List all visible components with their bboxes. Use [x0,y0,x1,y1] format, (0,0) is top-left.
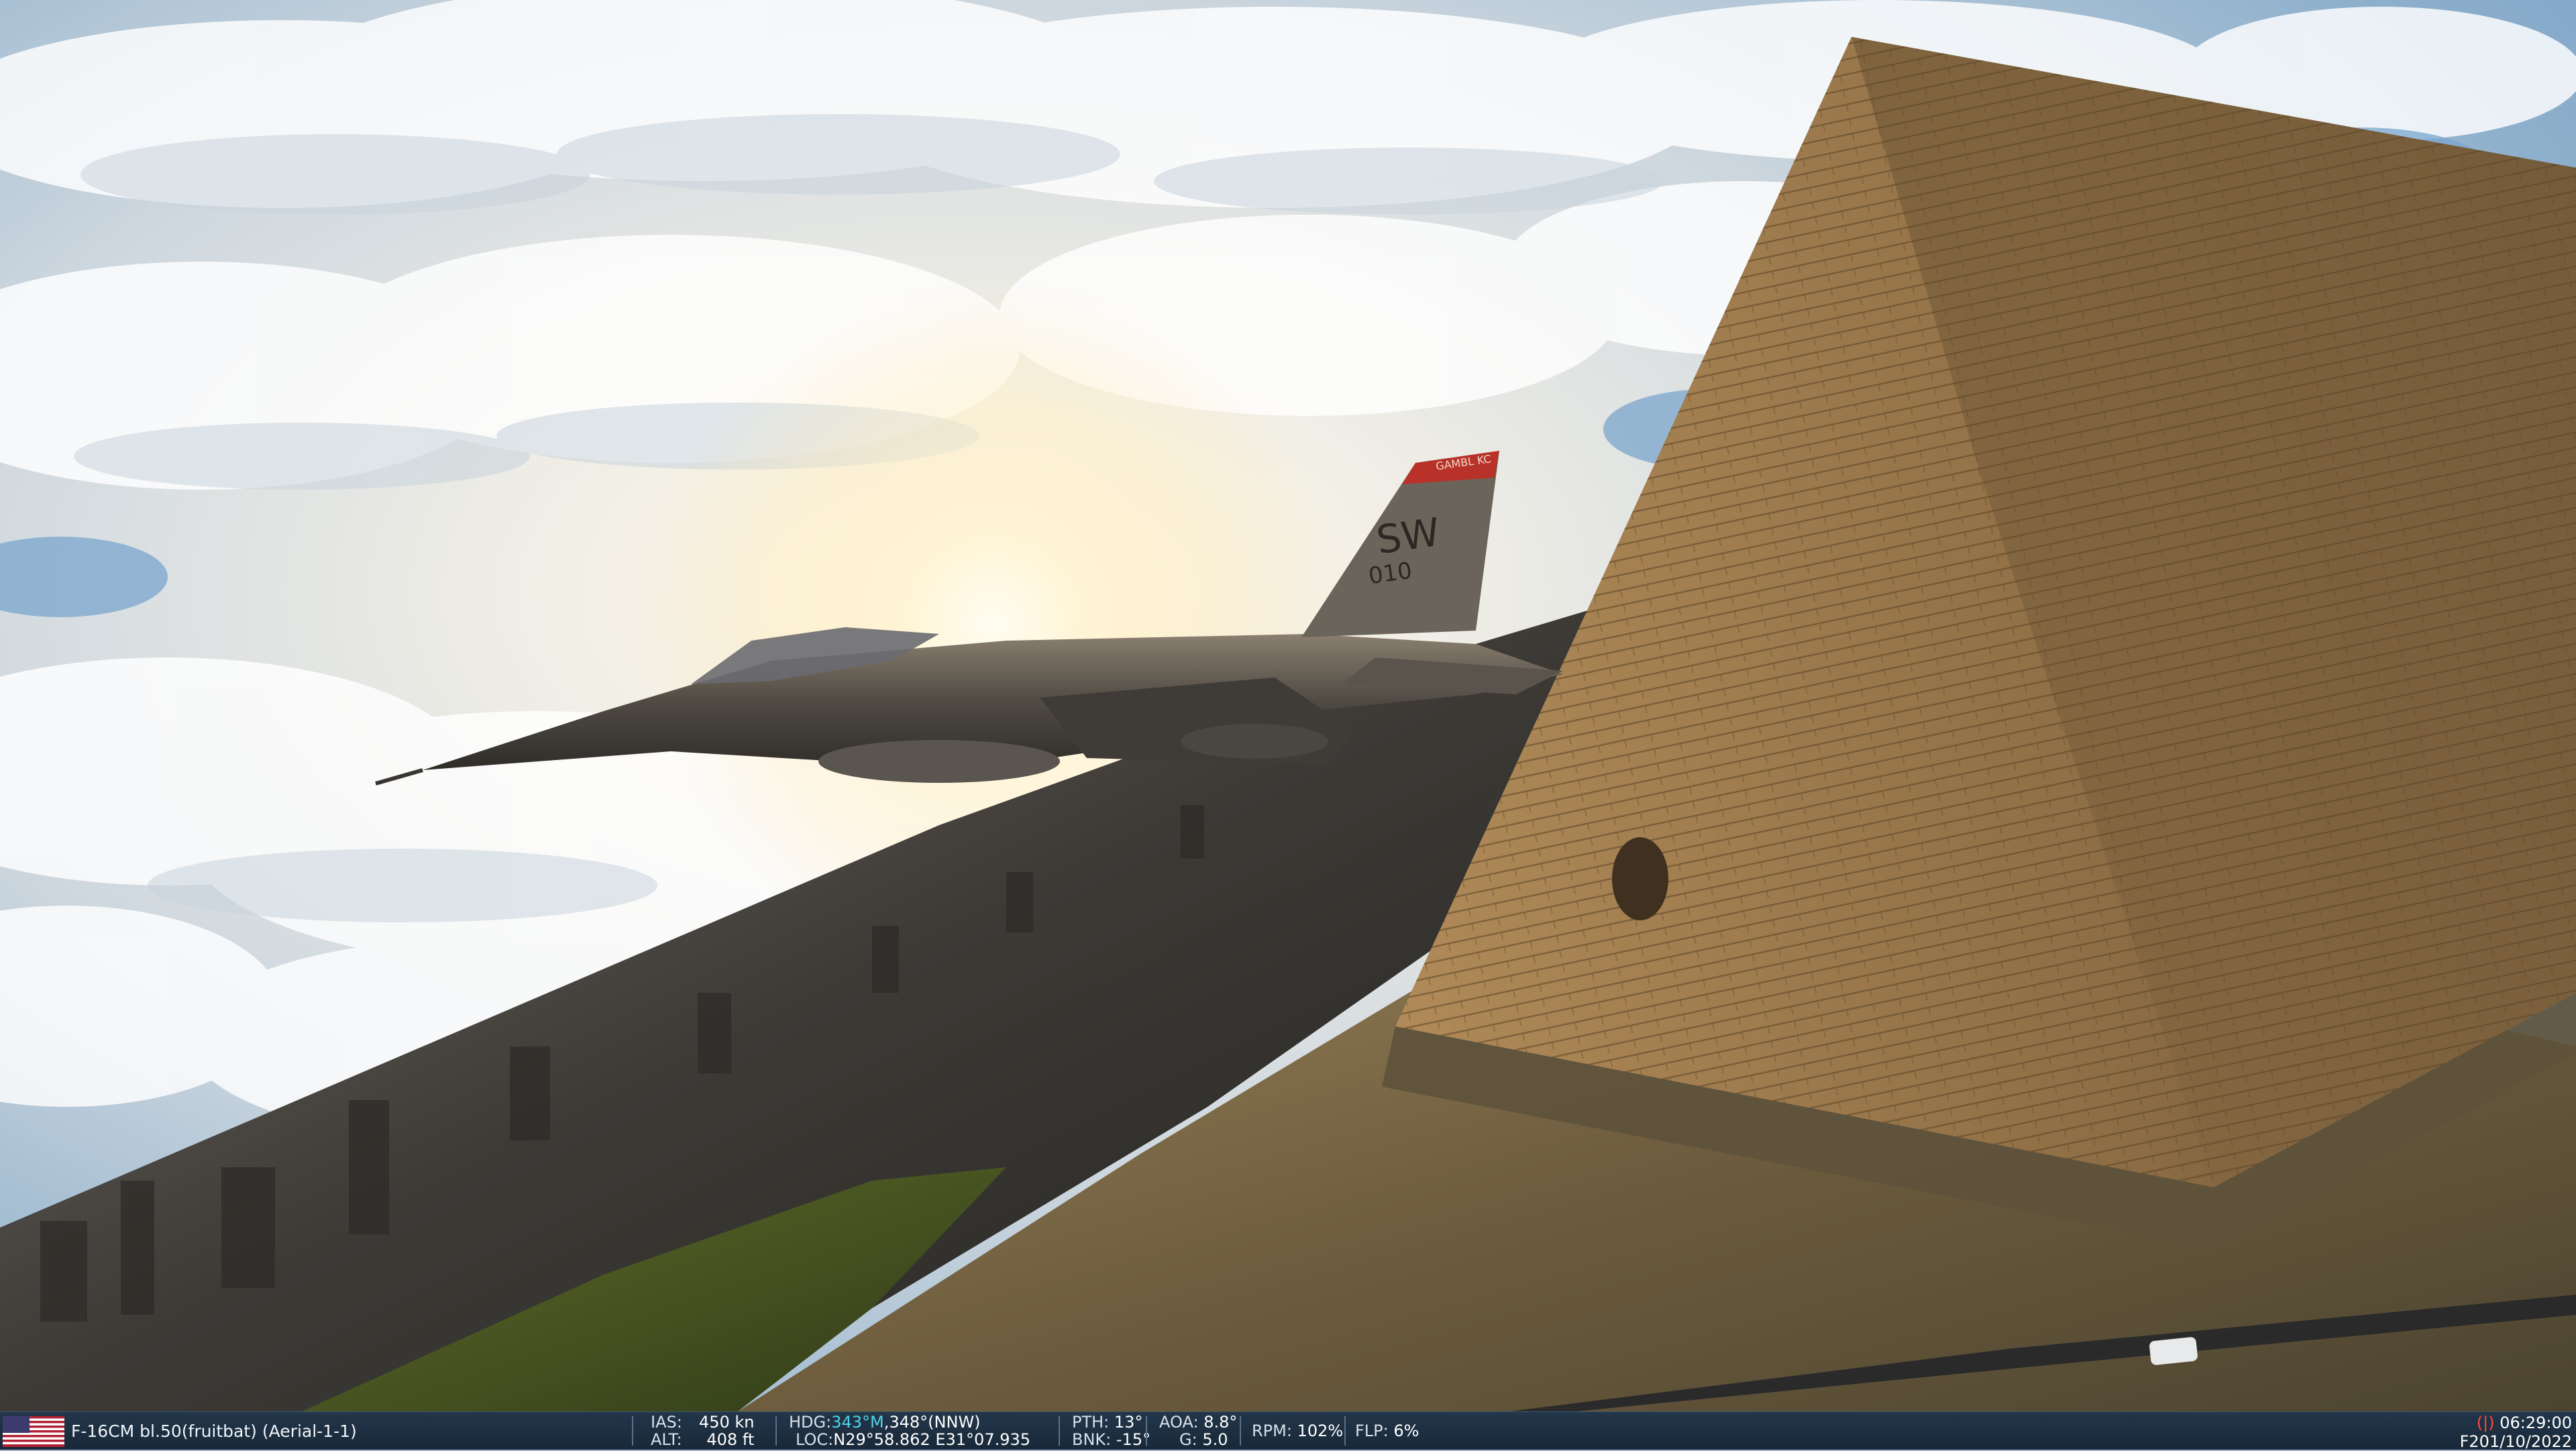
alt-readout: ALT: 408 ft [651,1431,754,1448]
separator [1344,1416,1346,1446]
aoa-value: 8.8° [1203,1413,1238,1432]
alt-label: ALT: [651,1430,682,1449]
loc-readout: LOC:N29°58.862 E31°07.935 [796,1431,1030,1448]
rpm-label: RPM: [1252,1421,1292,1440]
pth-label: PTH: [1072,1413,1110,1432]
aoa-readout: AOA: 8.8° [1159,1413,1237,1431]
game-viewport[interactable] [0,0,2576,1411]
hdg-true: ,348°(NNW) [883,1413,981,1432]
separator [1059,1416,1060,1446]
unit-name: F-16CM bl.50(fruitbat) (Aerial-1-1) [71,1421,357,1441]
aoa-label: AOA: [1159,1413,1199,1432]
hdg-readout: HDG:343°M,348°(NNW) [789,1413,981,1431]
mission-time: 06:29:00 [2500,1413,2572,1432]
usa-flag-icon [3,1416,64,1447]
ias-readout: IAS: 450 kn [651,1413,754,1431]
flp-readout: FLP: 6% [1355,1422,1419,1440]
alt-value: 408 ft [706,1430,755,1449]
separator [1240,1416,1241,1446]
flp-label: FLP: [1355,1421,1389,1440]
pth-value: 13° [1114,1413,1143,1432]
separator [1146,1416,1147,1446]
loc-value: N29°58.862 E31°07.935 [833,1430,1031,1449]
pyramid-entrance [1612,837,1668,920]
hdg-magnetic: 343°M [831,1413,884,1432]
bnk-readout: BNK: -15° [1072,1431,1150,1448]
flp-value: 6% [1393,1421,1419,1440]
mission-date: F201/10/2022 [2459,1432,2572,1451]
separator [775,1416,777,1446]
vehicle [2149,1337,2198,1365]
g-label: G: [1179,1430,1197,1449]
ias-label: IAS: [651,1413,682,1432]
tail-code: SW [1373,508,1443,563]
recording-indicator-icon: (|) [2476,1413,2495,1432]
rpm-value: 102% [1297,1421,1344,1440]
rpm-readout: RPM: 102% [1252,1422,1343,1440]
separator [632,1416,633,1446]
bnk-label: BNK: [1072,1430,1112,1449]
g-value: 5.0 [1202,1430,1228,1449]
time-readout: (|) 06:29:00 F201/10/2022 [2460,1413,2572,1451]
pth-readout: PTH: 13° [1072,1413,1142,1431]
ias-value: 450 kn [698,1413,755,1432]
hdg-label: HDG: [789,1413,832,1432]
g-readout: G: 5.0 [1179,1431,1228,1448]
info-bar: F-16CM bl.50(fruitbat) (Aerial-1-1) IAS:… [0,1411,2576,1451]
loc-label: LOC: [796,1430,834,1449]
